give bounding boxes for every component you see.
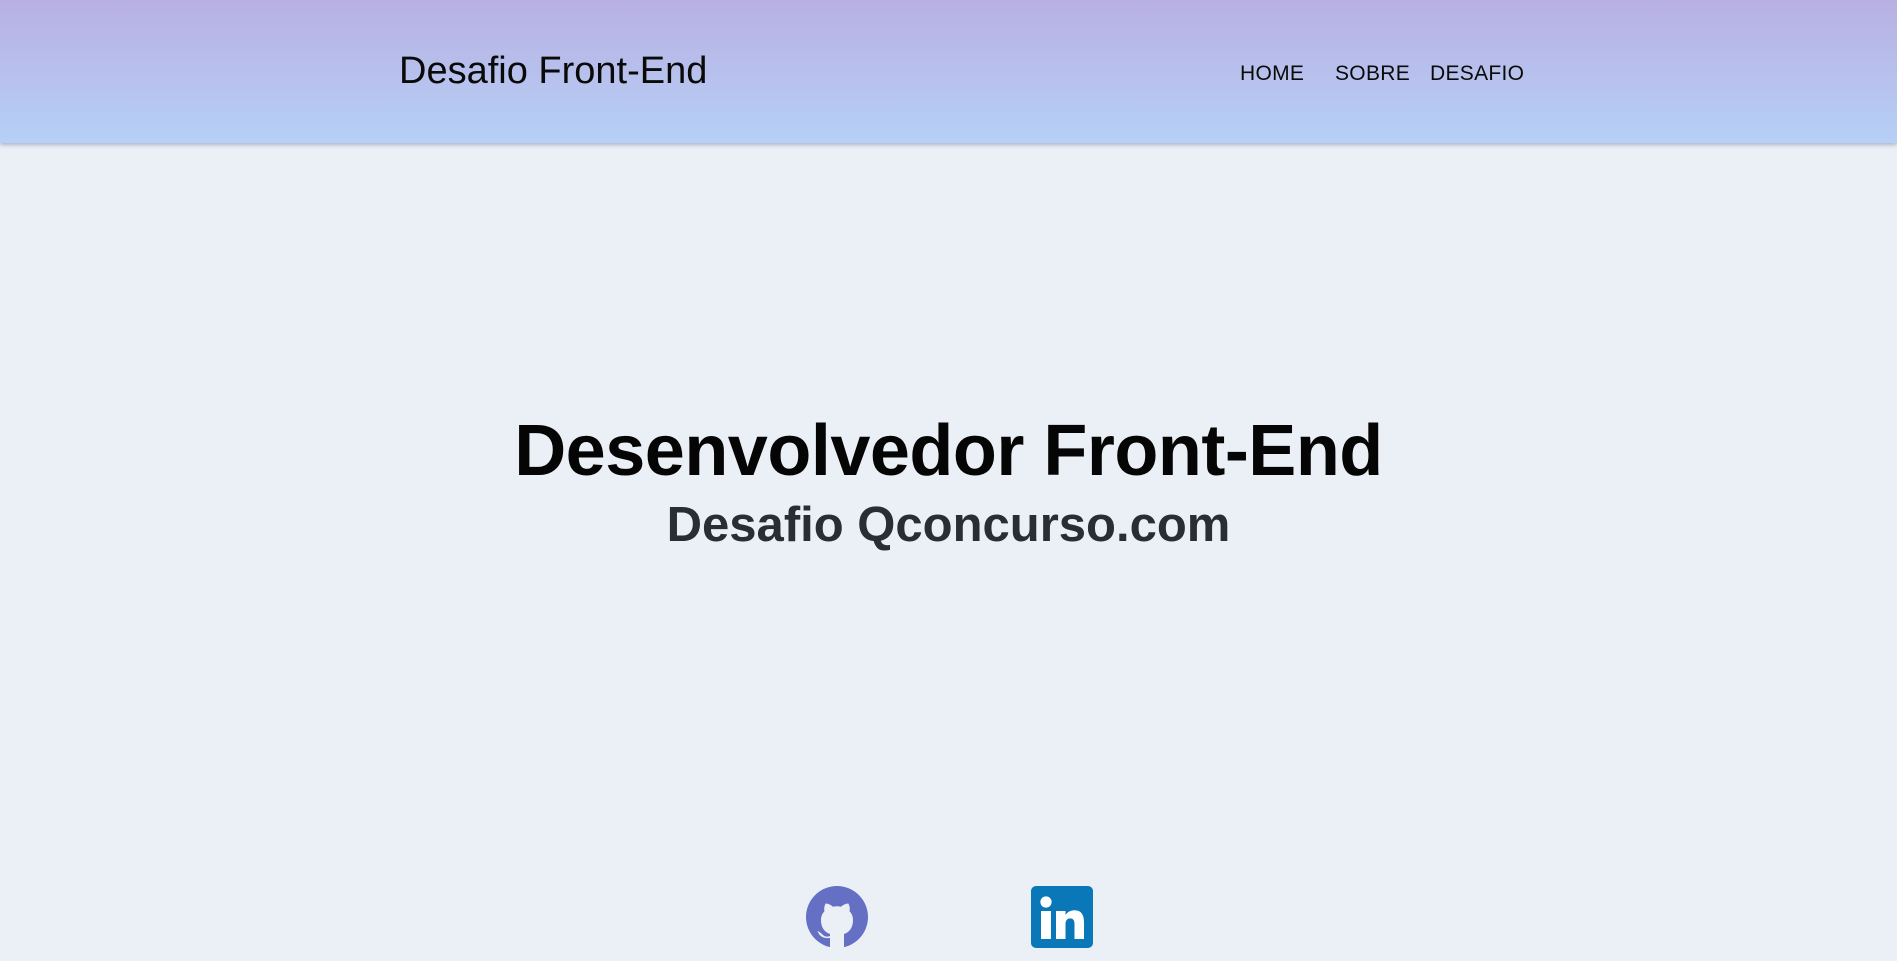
nav-link-home[interactable]: HOME xyxy=(1240,62,1304,86)
top-navigation-bar: Desafio Front-End HOME SOBRE DESAFIO xyxy=(0,0,1897,143)
hero-title: Desenvolvedor Front-End xyxy=(514,411,1383,491)
hero-subtitle: Desafio Qconcurso.com xyxy=(666,498,1231,552)
linkedin-link[interactable] xyxy=(1031,886,1093,948)
nav-link-desafio[interactable]: DESAFIO xyxy=(1430,62,1524,86)
linkedin-icon xyxy=(1031,886,1093,948)
github-link[interactable] xyxy=(806,886,868,948)
nav-link-sobre[interactable]: SOBRE xyxy=(1335,62,1410,86)
brand-title[interactable]: Desafio Front-End xyxy=(399,50,707,93)
github-icon xyxy=(806,886,868,948)
